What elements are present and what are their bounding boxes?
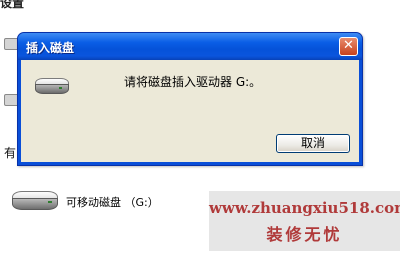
watermark-url: www.zhuangxiu518.com bbox=[209, 199, 400, 217]
dialog-titlebar[interactable]: 插入磁盘 ✕ bbox=[18, 33, 362, 60]
removable-drive-icon bbox=[10, 188, 60, 216]
background-cut-text: 有 bbox=[4, 146, 17, 160]
close-icon: ✕ bbox=[343, 38, 354, 53]
watermark: www.zhuangxiu518.com 装修无忧 bbox=[209, 191, 400, 251]
dialog-body: 请将磁盘插入驱动器 G:。 取消 bbox=[21, 60, 359, 162]
cancel-button[interactable]: 取消 bbox=[276, 134, 350, 153]
removable-drive-item[interactable]: 可移动磁盘 （G:） bbox=[10, 188, 159, 216]
removable-drive-label: 可移动磁盘 （G:） bbox=[66, 196, 159, 209]
background-section-label: 设置 bbox=[0, 0, 25, 10]
insert-disk-dialog: 插入磁盘 ✕ 请将磁盘插入驱动器 G:。 取消 bbox=[17, 32, 363, 166]
watermark-name: 装修无忧 bbox=[266, 225, 343, 244]
dialog-message: 请将磁盘插入驱动器 G:。 bbox=[124, 75, 262, 89]
dialog-title: 插入磁盘 bbox=[26, 41, 75, 55]
close-button[interactable]: ✕ bbox=[339, 37, 358, 56]
